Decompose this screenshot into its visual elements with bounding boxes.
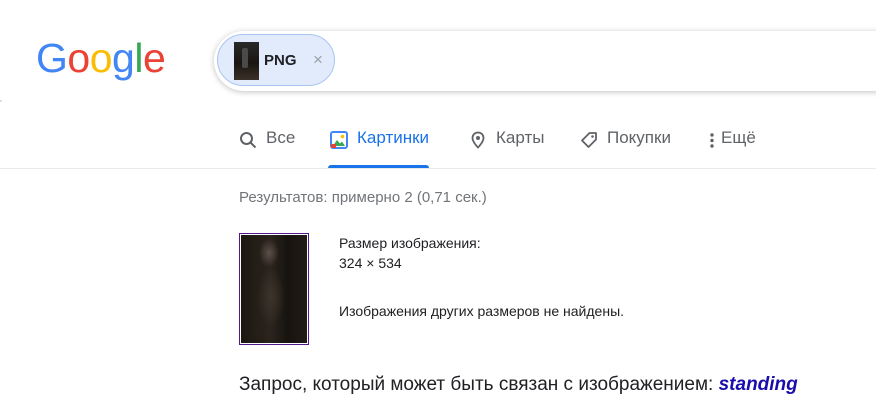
related-query: Запрос, который может быть связан с изоб…: [239, 374, 798, 396]
result-image-thumbnail[interactable]: [239, 233, 309, 345]
tab-label: Все: [266, 128, 296, 147]
query-image-thumbnail: [234, 42, 259, 80]
edge-marker: [0, 100, 2, 102]
logo-letter: o: [67, 35, 90, 81]
search-bar[interactable]: PNG ×: [214, 31, 876, 91]
logo-letter: g: [112, 35, 135, 81]
no-other-sizes-text: Изображения других размеров не найдены.: [339, 303, 625, 319]
tab-label: Ещё: [721, 128, 756, 147]
tab-all[interactable]: Все: [239, 128, 295, 168]
map-pin-icon: [469, 131, 487, 149]
chip-label: PNG: [264, 52, 297, 69]
google-logo[interactable]: Google: [36, 35, 166, 81]
tab-label: Карты: [496, 128, 545, 147]
result-image: [241, 235, 307, 343]
related-query-prefix: Запрос, который может быть связан с изоб…: [239, 374, 714, 395]
images-icon: [330, 131, 348, 149]
tab-shopping[interactable]: Покупки: [580, 128, 671, 168]
tab-maps[interactable]: Карты: [469, 128, 544, 168]
google-image-results-page: Google PNG × Все Картинки Карты Покупки …: [0, 0, 876, 417]
tab-more[interactable]: Ещё: [709, 128, 756, 168]
logo-letter: l: [134, 35, 143, 81]
logo-letter: e: [142, 35, 166, 81]
image-query-chip[interactable]: PNG ×: [217, 34, 335, 86]
image-size-label: Размер изображения:: [339, 235, 481, 251]
logo-letter: G: [36, 35, 68, 81]
tag-icon: [580, 131, 598, 149]
tab-label: Покупки: [607, 128, 671, 147]
tab-images[interactable]: Картинки: [327, 128, 430, 168]
tab-label: Картинки: [357, 128, 430, 147]
tabs-divider: [0, 168, 876, 169]
more-vert-icon: [709, 131, 715, 149]
search-icon: [239, 131, 257, 149]
related-query-link[interactable]: standing: [719, 374, 798, 395]
close-icon[interactable]: ×: [313, 50, 323, 70]
logo-letter: o: [89, 35, 113, 81]
results-stats: Результатов: примерно 2 (0,71 сек.): [239, 189, 487, 206]
image-size-value: 324 × 534: [339, 255, 402, 271]
